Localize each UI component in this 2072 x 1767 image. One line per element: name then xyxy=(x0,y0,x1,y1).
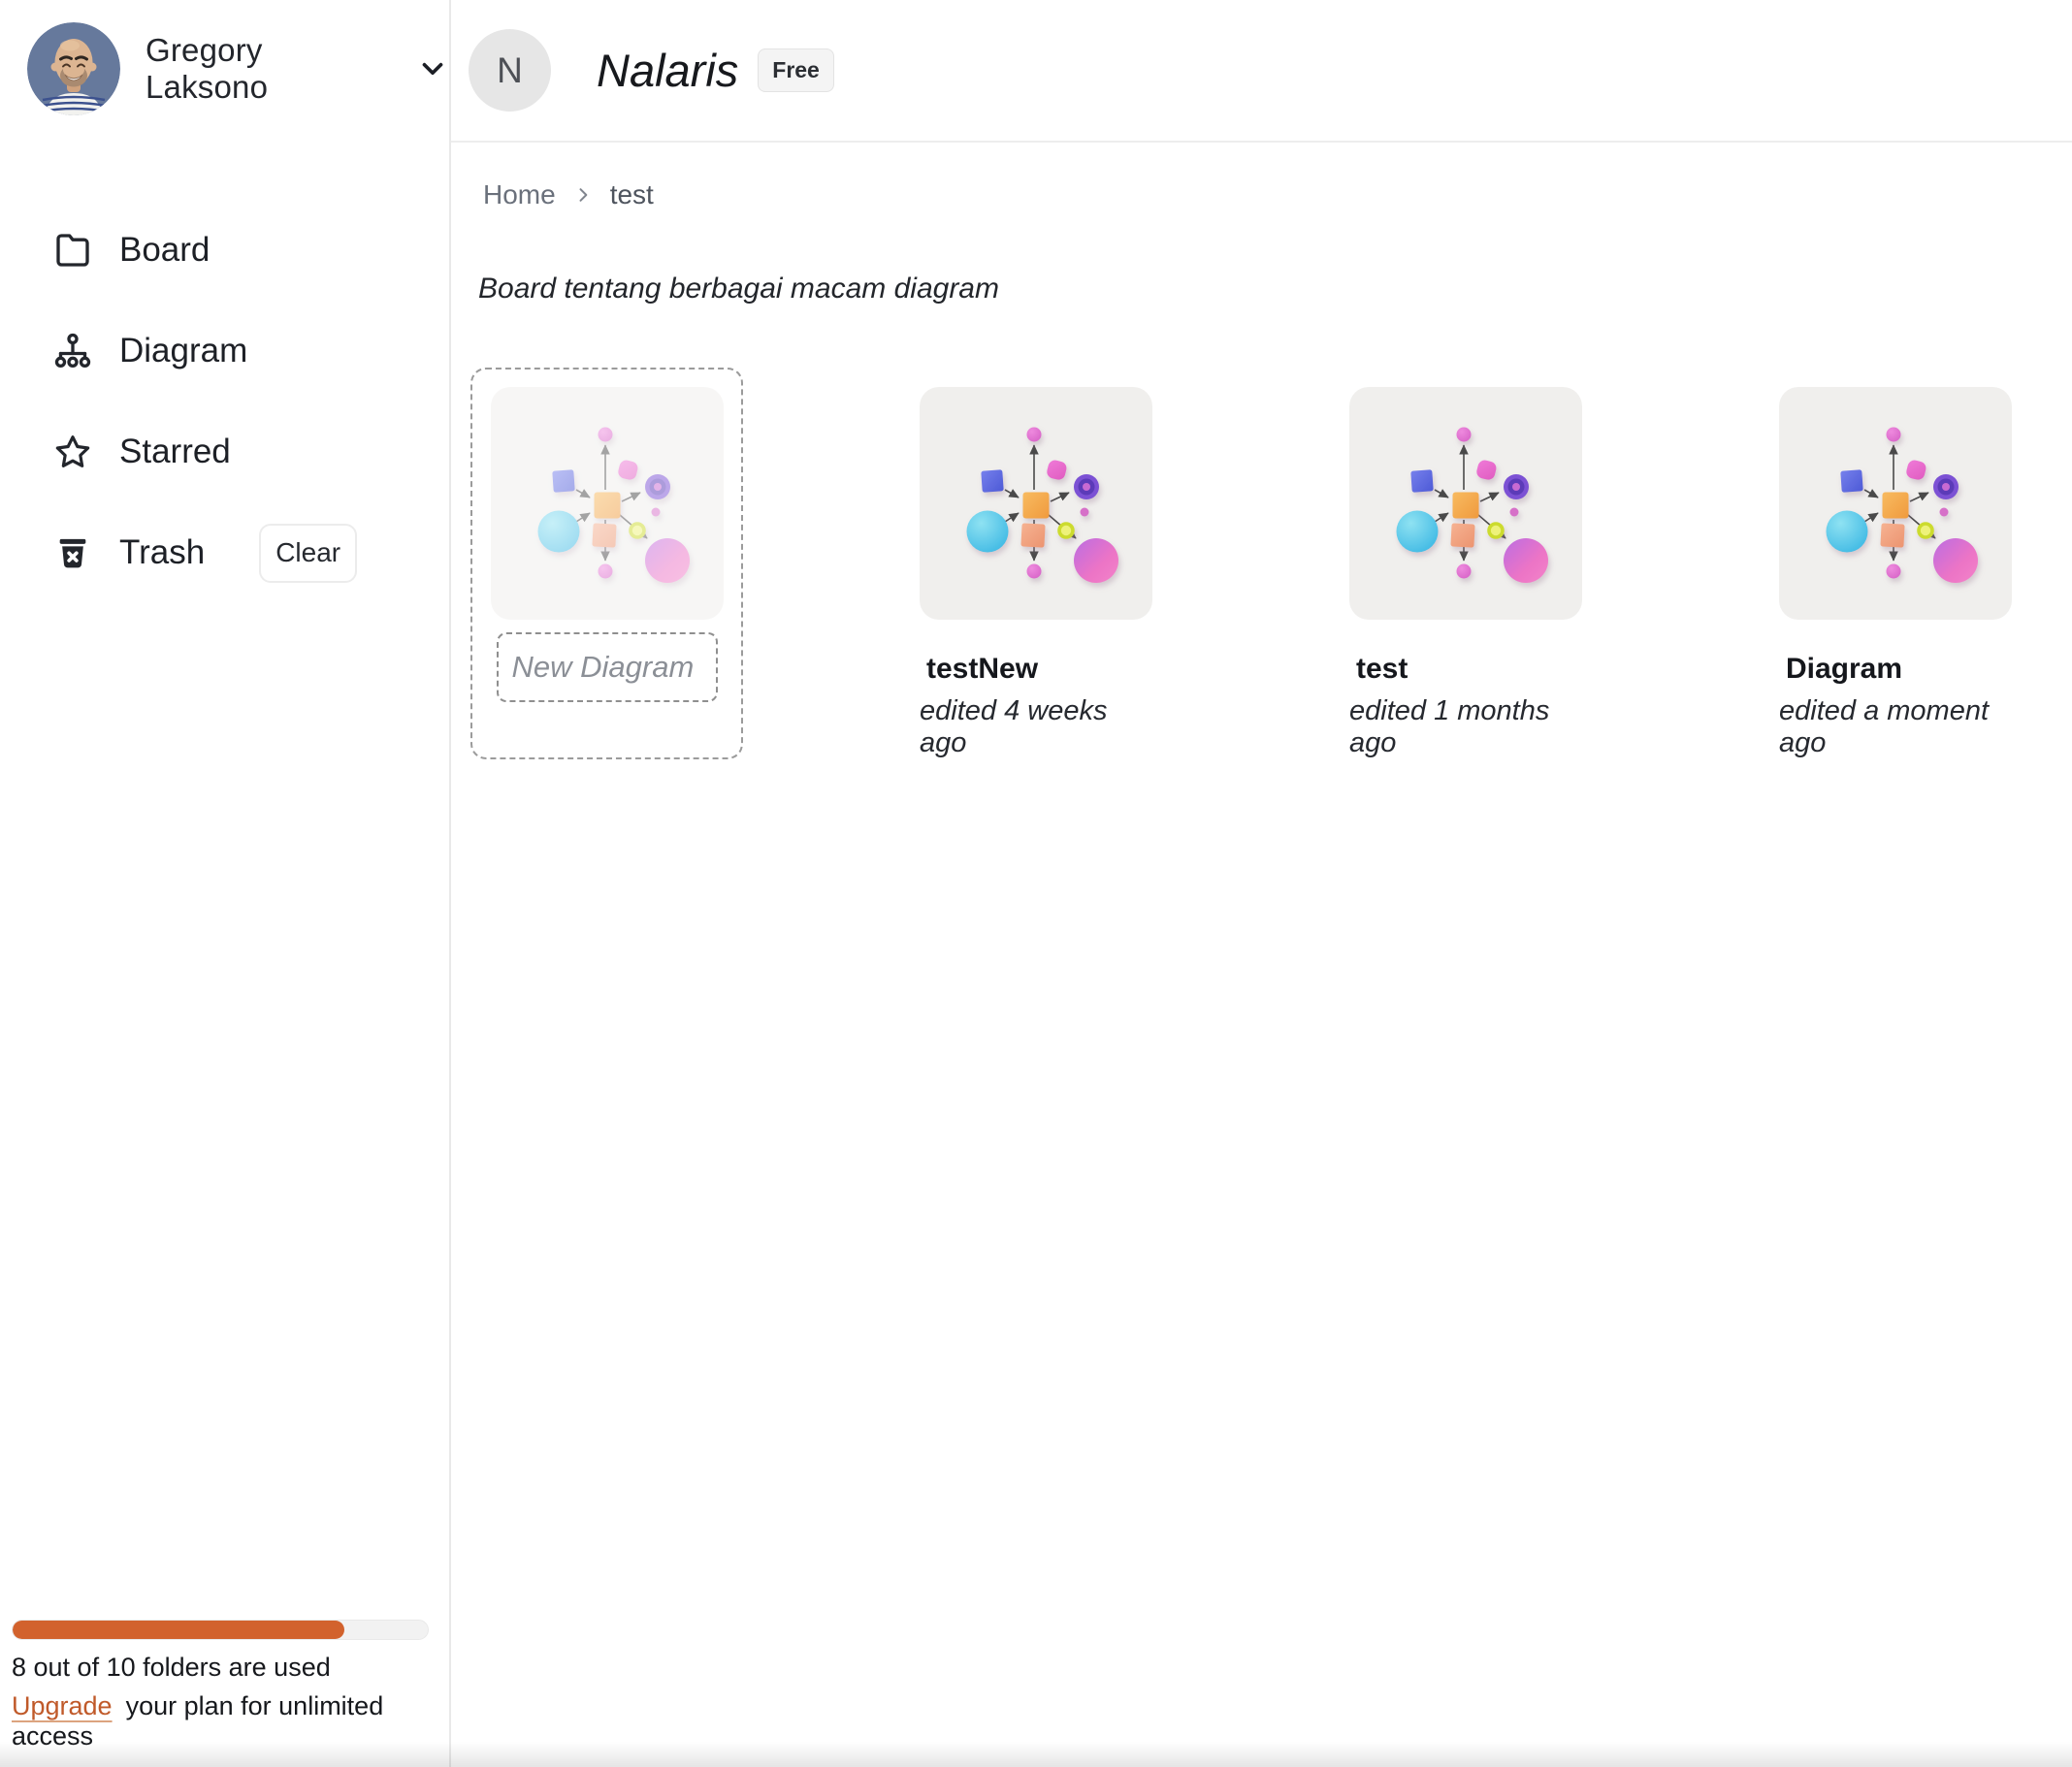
diagram-grid: testNew edited 4 weeks ago test edited 1… xyxy=(470,368,2072,759)
app-window: Gregory Laksono Board xyxy=(0,0,2072,1767)
folders-progress-fill xyxy=(13,1621,344,1639)
sidebar-item-label: Starred xyxy=(119,433,231,471)
upgrade-link[interactable]: Upgrade xyxy=(12,1691,113,1720)
board-description: Board tentang berbagai macam diagram xyxy=(470,273,2072,305)
user-avatar xyxy=(27,22,120,115)
sidebar-item-diagram[interactable]: Diagram xyxy=(0,328,449,374)
diagram-thumbnail xyxy=(1779,387,2012,620)
new-diagram-name-input[interactable] xyxy=(497,632,718,702)
trash-icon xyxy=(53,533,92,572)
diagram-card[interactable]: test edited 1 months ago xyxy=(1349,387,1582,759)
workspace-title: Nalaris xyxy=(597,44,738,97)
diagram-thumbnail xyxy=(1349,387,1582,620)
user-profile[interactable]: Gregory Laksono xyxy=(0,0,449,122)
sidebar-item-board[interactable]: Board xyxy=(0,227,449,273)
diagram-card[interactable]: testNew edited 4 weeks ago xyxy=(920,387,1152,759)
folders-usage-text: 8 out of 10 folders are used xyxy=(12,1653,429,1683)
clear-trash-button[interactable]: Clear xyxy=(259,524,357,583)
diagram-card-edited: edited a moment ago xyxy=(1779,695,2012,759)
diagram-card-title: testNew xyxy=(920,653,1152,686)
folders-progress-bar xyxy=(12,1620,429,1640)
folder-icon xyxy=(53,231,92,270)
user-name: Gregory Laksono xyxy=(146,32,381,106)
breadcrumb-current[interactable]: test xyxy=(610,179,654,210)
usage-panel: 8 out of 10 folders are used Upgradeyour… xyxy=(12,1620,429,1751)
workspace-avatar: N xyxy=(469,29,551,112)
board-content: Home test Board tentang berbagai macam d… xyxy=(451,143,2072,759)
new-diagram-card[interactable] xyxy=(470,368,743,759)
chevron-right-icon xyxy=(573,185,593,205)
chevron-down-icon[interactable] xyxy=(416,52,449,85)
workspace-header: N Nalaris Free xyxy=(451,0,2072,143)
star-icon xyxy=(53,433,92,471)
main-area: N Nalaris Free Home test Board tentang b… xyxy=(451,0,2072,1767)
sidebar: Gregory Laksono Board xyxy=(0,0,451,1767)
diagram-card-edited: edited 4 weeks ago xyxy=(920,695,1152,759)
sidebar-item-label: Trash xyxy=(119,533,205,572)
upgrade-line: Upgradeyour plan for unlimited access xyxy=(12,1691,429,1751)
diagram-card-title: Diagram xyxy=(1779,653,2012,686)
diagram-card-title: test xyxy=(1349,653,1582,686)
diagram-card[interactable]: Diagram edited a moment ago xyxy=(1779,387,2012,759)
sidebar-item-label: Board xyxy=(119,231,210,270)
sidebar-item-label: Diagram xyxy=(119,332,247,370)
diagram-thumbnail xyxy=(491,387,724,620)
diagram-icon xyxy=(53,332,92,370)
breadcrumb-home[interactable]: Home xyxy=(483,179,556,210)
sidebar-item-trash[interactable]: Trash Clear xyxy=(0,530,449,576)
diagram-card-edited: edited 1 months ago xyxy=(1349,695,1582,759)
sidebar-nav: Board Diagram xyxy=(0,227,449,630)
plan-badge: Free xyxy=(758,48,834,92)
diagram-thumbnail xyxy=(920,387,1152,620)
sidebar-item-starred[interactable]: Starred xyxy=(0,429,449,475)
breadcrumb: Home test xyxy=(470,179,2072,210)
